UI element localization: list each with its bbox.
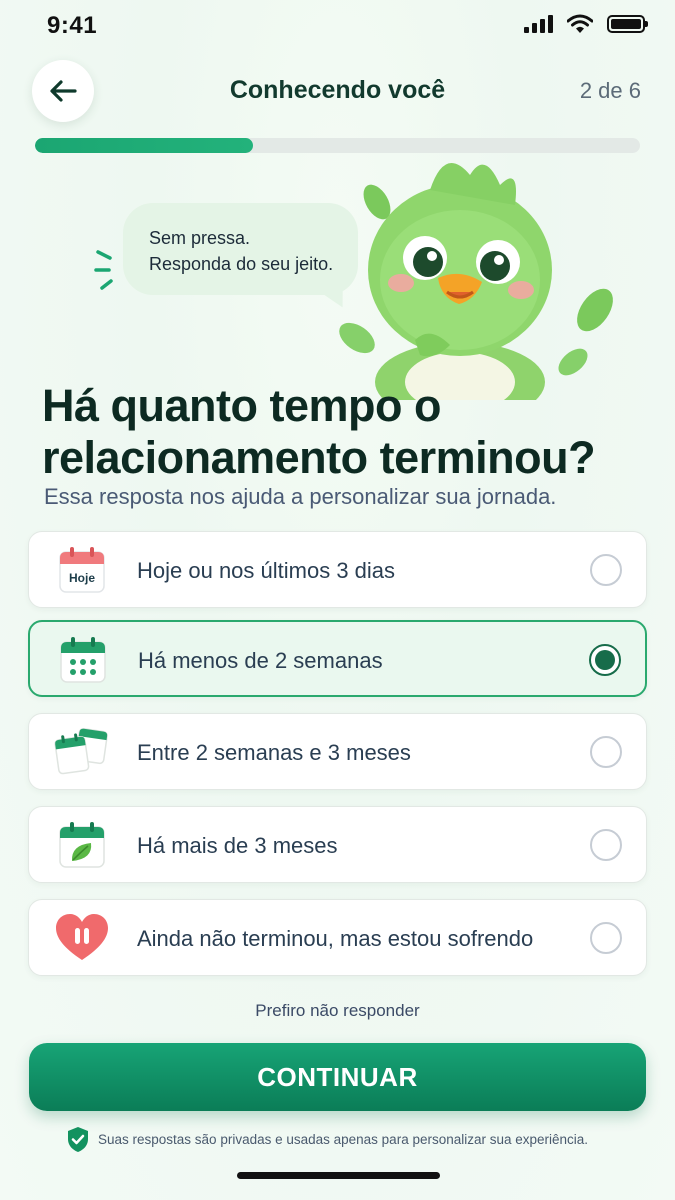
option-less-than-2-weeks[interactable]: Há menos de 2 semanas — [28, 620, 647, 697]
option-label: Entre 2 semanas e 3 meses — [137, 740, 411, 765]
progress-fill — [35, 138, 253, 153]
option-label: Há mais de 3 meses — [137, 833, 338, 858]
privacy-note: Suas respostas são privadas e usadas ape… — [66, 1126, 588, 1153]
battery-icon — [607, 15, 648, 33]
radio-button[interactable] — [590, 736, 622, 768]
signal-icon — [524, 15, 553, 33]
bubble-line-1: Sem pressa. — [149, 228, 251, 248]
header: Conhecendo você 2 de 6 — [0, 58, 675, 124]
option-not-ended-suffering[interactable]: Ainda não terminou, mas estou sofrendo — [28, 899, 647, 976]
radio-button[interactable] — [590, 554, 622, 586]
calendar-today-icon: Hoje — [59, 547, 105, 593]
calendars-icon — [54, 728, 108, 775]
page-title: Conhecendo você — [229, 76, 446, 104]
bird-mascot-illustration — [339, 163, 613, 400]
calendar-grid-icon — [60, 637, 106, 683]
option-label: Há menos de 2 semanas — [138, 648, 383, 673]
calendar-leaf-icon — [59, 822, 105, 868]
status-icons — [524, 14, 648, 34]
status-bar: 9:41 — [0, 0, 675, 52]
status-time: 9:41 — [47, 12, 98, 39]
question-title: Há quanto tempo o relacionamento termino… — [42, 380, 596, 483]
radio-button-selected[interactable] — [589, 644, 621, 676]
wifi-icon — [567, 14, 593, 33]
radio-button[interactable] — [590, 922, 622, 954]
speech-bubble: Sem pressa. Responda do seu jeito. — [123, 203, 358, 295]
home-indicator — [237, 1172, 440, 1179]
calendar-today-text: Hoje — [69, 571, 95, 585]
radio-button[interactable] — [590, 829, 622, 861]
option-2-weeks-to-3-months[interactable]: Entre 2 semanas e 3 meses — [28, 713, 647, 790]
option-more-than-3-months[interactable]: Há mais de 3 meses — [28, 806, 647, 883]
continue-button[interactable]: CONTINUAR — [29, 1043, 646, 1111]
shield-check-icon — [68, 1127, 88, 1152]
spark-lines-icon — [94, 250, 113, 290]
bubble-line-2: Responda do seu jeito. — [149, 254, 334, 274]
step-indicator: 2 de 6 — [579, 78, 641, 103]
option-label: Ainda não terminou, mas estou sofrendo — [137, 926, 534, 951]
question-subtitle: Essa resposta nos ajuda a personalizar s… — [44, 484, 557, 509]
option-today[interactable]: Hoje Hoje ou nos últimos 3 dias — [28, 531, 647, 608]
skip-link[interactable]: Prefiro não responder — [0, 1001, 675, 1021]
privacy-text: Suas respostas são privadas e usadas ape… — [98, 1132, 589, 1147]
option-label: Hoje ou nos últimos 3 dias — [137, 558, 396, 583]
heart-pause-icon — [56, 914, 108, 960]
